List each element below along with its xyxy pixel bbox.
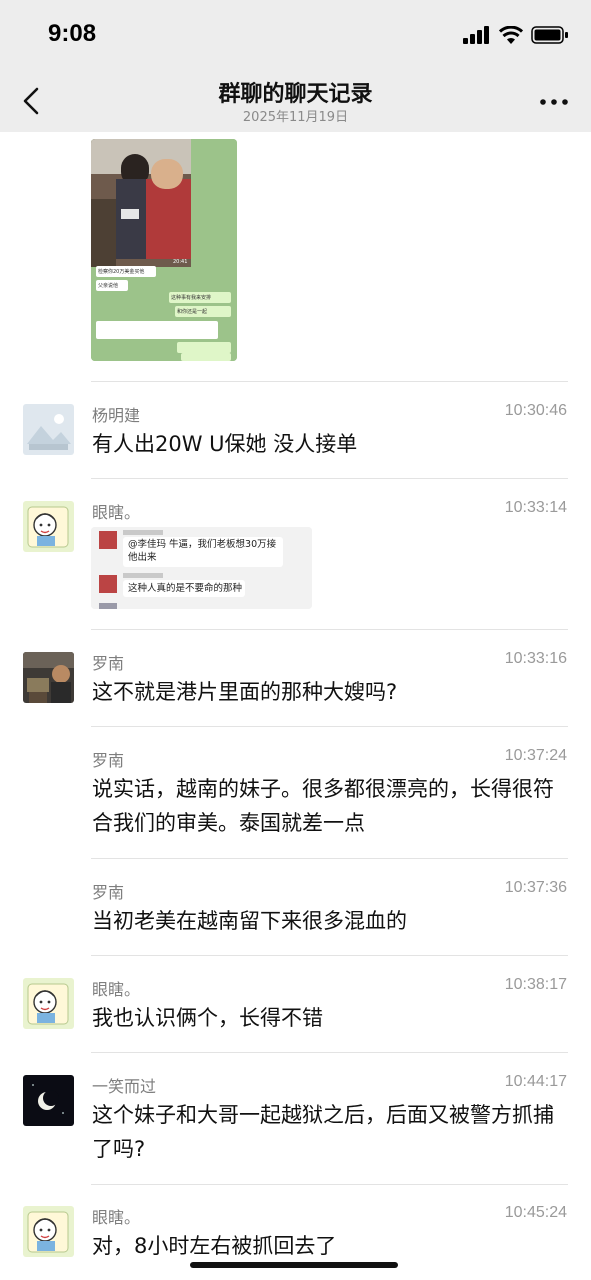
message-time: 10:44:17	[504, 1073, 567, 1090]
status-icons	[463, 24, 569, 46]
page-date: 2025年11月19日	[242, 110, 349, 125]
chat-screenshot-image	[91, 139, 237, 361]
image-caption-4: 和你还是一起	[177, 309, 208, 315]
message-text: 说实话，越南的妹子。很多都很漂亮的，长得很符合我们的审美。泰国就差一点	[92, 777, 554, 835]
chat-history[interactable]: 检察你20万美金买他 父亲说他 这种事有我来安排 和你还是一起 20:41 杨明…	[0, 132, 591, 1280]
message-time: 10:33:16	[504, 650, 567, 667]
avatar[interactable]	[23, 1206, 74, 1257]
divider	[91, 629, 568, 630]
message-text: 有人出20W U保她 没人接单	[92, 432, 358, 456]
divider	[91, 858, 568, 859]
message-time: 10:45:24	[504, 1204, 567, 1221]
avatar[interactable]	[23, 1075, 74, 1126]
image-message[interactable]: 检察你20万美金买他 父亲说他 这种事有我来安排 和你还是一起 20:41	[91, 139, 237, 361]
divider	[91, 478, 568, 479]
status-bar: 9:08	[0, 0, 591, 70]
message-time: 10:33:14	[504, 499, 567, 516]
quote-line-2: 这种人真的是不要命的那种	[128, 583, 243, 594]
nav-bar: 群聊的聊天记录 2025年11月19日	[0, 70, 591, 132]
message-time: 10:37:24	[504, 747, 567, 764]
image-caption-3: 这种事有我来安排	[171, 295, 212, 301]
image-caption-1: 检察你20万美金买他	[98, 269, 145, 275]
message-text: 我也认识俩个，长得不错	[92, 1006, 323, 1030]
divider	[91, 1052, 568, 1053]
divider	[91, 381, 568, 382]
image-caption-2: 父亲说他	[98, 283, 119, 289]
wifi-icon	[499, 26, 523, 44]
message-text: 对，8小时左右被抓回去了	[92, 1234, 337, 1258]
message-text: 当初老美在越南留下来很多混血的	[92, 909, 407, 933]
battery-icon	[531, 26, 568, 44]
quote-line-1b: 他出来	[128, 552, 157, 563]
sender-name: 罗南	[92, 654, 125, 673]
sender-name: 罗南	[92, 751, 125, 770]
sender-name: 杨明建	[92, 406, 141, 425]
message-time: 10:38:17	[504, 976, 567, 993]
sender-name: 眼瞎。	[92, 980, 141, 999]
sender-name: 眼瞎。	[92, 503, 141, 522]
avatar[interactable]	[23, 501, 74, 552]
divider	[91, 1184, 568, 1185]
quoted-screenshot[interactable]: @李佳玛 牛逼，我们老板想30万接 他出来 这种人真的是不要命的那种	[91, 527, 312, 609]
signal-icon	[463, 26, 489, 44]
message-text: 这个妹子和大哥一起越狱之后，后面又被警方抓捕了吗?	[92, 1103, 554, 1161]
status-time: 9:08	[48, 20, 97, 47]
sender-name: 一笑而过	[92, 1077, 157, 1096]
avatar[interactable]	[23, 978, 74, 1029]
avatar[interactable]	[23, 404, 74, 455]
message-text: 这不就是港片里面的那种大嫂吗?	[92, 680, 398, 704]
message-time: 10:37:36	[504, 879, 567, 896]
divider	[91, 955, 568, 956]
divider	[91, 726, 568, 727]
home-indicator[interactable]	[190, 1262, 398, 1268]
more-icon[interactable]	[537, 92, 571, 112]
sender-name: 眼瞎。	[92, 1208, 141, 1227]
image-photo-time: 20:41	[173, 259, 188, 265]
avatar[interactable]	[23, 652, 74, 703]
page-title: 群聊的聊天记录	[218, 82, 373, 107]
sender-name: 罗南	[92, 883, 125, 902]
message-time: 10:30:46	[504, 402, 567, 419]
quote-line-1: @李佳玛 牛逼，我们老板想30万接	[128, 539, 277, 550]
